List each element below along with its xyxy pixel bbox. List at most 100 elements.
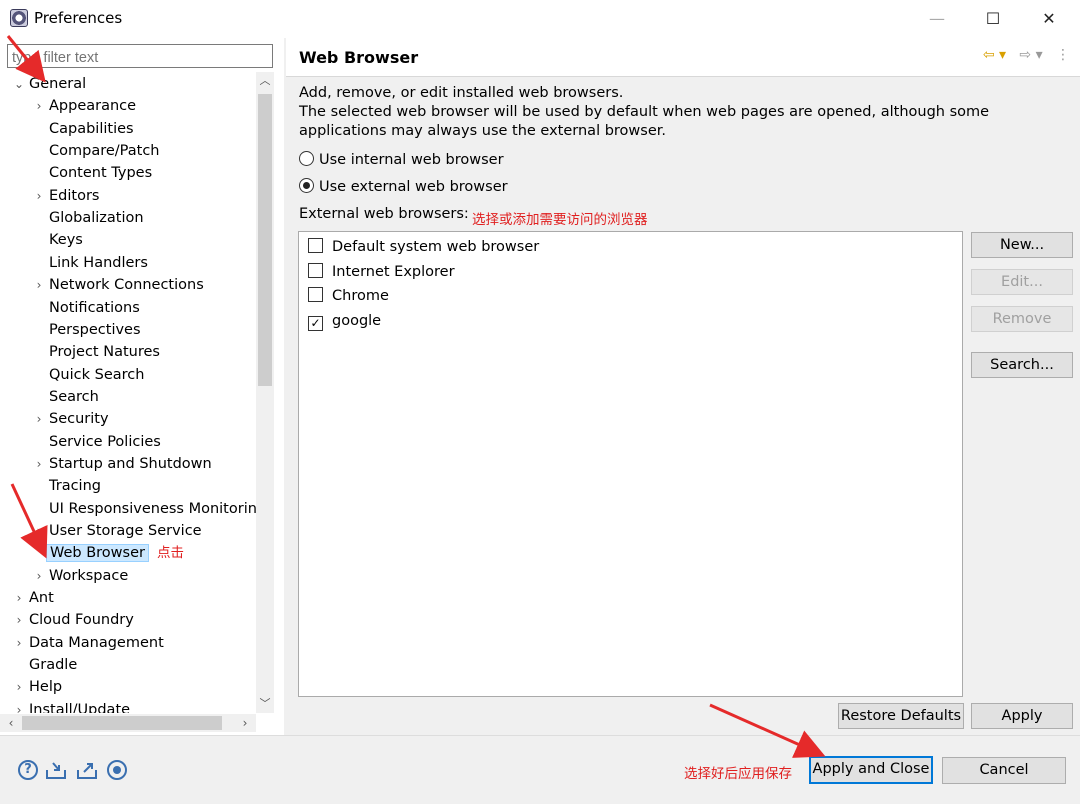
tree-item-notifications[interactable]: Notifications <box>32 297 143 319</box>
maximize-button[interactable]: ☐ <box>970 6 1016 32</box>
tree-item-label: User Storage Service <box>49 523 202 539</box>
help-icon[interactable]: ? <box>18 760 38 780</box>
tree-item-label: UI Responsiveness Monitorin <box>49 500 256 517</box>
view-menu-icon[interactable]: ⋮ <box>1056 47 1070 63</box>
web-browser-page: Web Browser ⇦ ▾ ⇨ ▾ ⋮ Add, remove, or ed… <box>286 38 1080 735</box>
search-button[interactable]: Search... <box>971 352 1073 378</box>
tree-item-label: Quick Search <box>49 366 145 383</box>
hscrollbar-thumb[interactable] <box>22 716 222 730</box>
forward-arrow-icon[interactable]: ⇨ ▾ <box>1019 47 1042 63</box>
tree-item-label: Security <box>49 411 109 428</box>
new-button[interactable]: New... <box>971 232 1073 258</box>
chevron-right-icon[interactable]: › <box>12 632 26 654</box>
chevron-right-icon[interactable]: › <box>12 609 26 631</box>
checkbox-checked-icon[interactable]: ✓ <box>308 315 323 331</box>
scrollbar-thumb[interactable] <box>258 94 272 386</box>
tree-item-compare-patch[interactable]: Compare/Patch <box>32 140 163 162</box>
import-icon[interactable] <box>45 760 66 780</box>
cancel-button[interactable]: Cancel <box>942 757 1066 784</box>
tree-item-perspectives[interactable]: Perspectives <box>32 319 144 341</box>
tree-vertical-scrollbar[interactable]: ︿ ﹀ <box>256 72 274 713</box>
chevron-right-icon[interactable]: › <box>32 408 46 430</box>
tree-item-tracing[interactable]: Tracing <box>32 475 104 497</box>
tree-item-editors[interactable]: › Editors <box>32 185 102 207</box>
scroll-down-icon[interactable]: ﹀ <box>256 695 274 713</box>
description-line-2: The selected web browser will be used by… <box>299 104 990 139</box>
chevron-right-icon[interactable]: › <box>32 453 46 475</box>
apply-button[interactable]: Apply <box>971 703 1073 729</box>
tree-item-gradle[interactable]: Gradle <box>12 654 80 676</box>
chevron-down-icon[interactable]: ⌄ <box>12 73 26 95</box>
page-header: Web Browser ⇦ ▾ ⇨ ▾ ⋮ <box>286 38 1080 77</box>
chevron-right-icon[interactable]: › <box>12 699 26 713</box>
dialog-button-bar: ? 选择好后应用保存 Apply and Close Cancel <box>0 735 1080 804</box>
filter-input[interactable] <box>7 44 273 68</box>
tree-item-appearance[interactable]: › Appearance <box>32 95 139 117</box>
back-arrow-icon[interactable]: ⇦ ▾ <box>983 47 1006 63</box>
radio-internal-browser[interactable]: Use internal web browser <box>299 150 504 170</box>
tree-item-network-connections[interactable]: › Network Connections <box>32 274 207 296</box>
chevron-right-icon[interactable]: › <box>32 95 46 117</box>
tree-item-user-storage[interactable]: › User Storage Service <box>32 520 205 542</box>
scroll-right-icon[interactable]: › <box>236 714 254 732</box>
checkbox-icon[interactable] <box>308 287 323 302</box>
radio-button-selected-icon[interactable] <box>299 178 314 193</box>
radio-button-icon[interactable] <box>299 151 314 166</box>
chevron-right-icon[interactable]: › <box>32 274 46 296</box>
tree-item-label: Startup and Shutdown <box>49 455 212 472</box>
tree-item-label: Gradle <box>29 657 78 674</box>
chevron-right-icon[interactable]: › <box>32 565 46 587</box>
radio-internal-label: Use internal web browser <box>319 152 504 168</box>
tree-item-globalization[interactable]: Globalization <box>32 207 147 229</box>
tree-item-security[interactable]: › Security <box>32 408 112 430</box>
browser-list-item[interactable]: Default system web browser <box>308 236 539 258</box>
tree-item-data-management[interactable]: › Data Management <box>12 632 167 654</box>
remove-button[interactable]: Remove <box>971 306 1073 332</box>
chevron-right-icon[interactable]: › <box>32 520 46 542</box>
browser-list[interactable]: Default system web browser Internet Explo… <box>298 231 963 697</box>
checkbox-icon[interactable] <box>308 262 323 278</box>
tree-item-label: Workspace <box>49 567 129 584</box>
scroll-up-icon[interactable]: ︿ <box>256 72 274 90</box>
title-bar: Preferences — ☐ ✕ <box>0 0 1080 38</box>
minimize-button[interactable]: — <box>914 6 960 32</box>
tree-item-link-handlers[interactable]: Link Handlers <box>32 252 151 274</box>
tree-item-capabilities[interactable]: Capabilities <box>32 118 137 140</box>
close-button[interactable]: ✕ <box>1026 6 1072 32</box>
tree-item-ant[interactable]: › Ant <box>12 587 57 609</box>
tree-item-search[interactable]: Search <box>32 386 102 408</box>
tree-item-workspace[interactable]: › Workspace <box>32 565 131 587</box>
record-icon[interactable] <box>107 760 127 780</box>
tree-item-keys[interactable]: Keys <box>32 229 86 251</box>
chevron-right-icon[interactable]: › <box>12 676 26 698</box>
tree-item-label: Content Types <box>49 165 153 182</box>
tree-item-quick-search[interactable]: Quick Search <box>32 364 147 386</box>
tree-item-web-browser[interactable]: Web Browser 点击 <box>32 542 184 564</box>
browser-list-item[interactable]: ✓ google <box>308 310 381 332</box>
tree-item-label: Keys <box>49 232 83 249</box>
tree-item-content-types[interactable]: Content Types <box>32 162 155 184</box>
tree-item-startup-shutdown[interactable]: › Startup and Shutdown <box>32 453 215 475</box>
tree-item-install-update[interactable]: › Install/Update <box>12 699 133 713</box>
tree-item-general[interactable]: ⌄ General <box>12 73 89 95</box>
tree-horizontal-scrollbar[interactable]: ‹ › <box>0 714 256 732</box>
tree-item-service-policies[interactable]: Service Policies <box>32 431 164 453</box>
tree-item-cloud-foundry[interactable]: › Cloud Foundry <box>12 609 137 631</box>
chevron-right-icon[interactable]: › <box>32 185 46 207</box>
tree-item-help[interactable]: › Help <box>12 676 65 698</box>
chevron-right-icon[interactable]: › <box>12 587 26 609</box>
export-icon[interactable] <box>76 760 97 780</box>
edit-button[interactable]: Edit... <box>971 269 1073 295</box>
checkbox-icon[interactable] <box>308 238 323 253</box>
tree-item-label: Network Connections <box>49 277 204 294</box>
tree-item-ui-responsiveness[interactable]: UI Responsiveness Monitorin <box>32 498 256 520</box>
restore-defaults-button[interactable]: Restore Defaults <box>838 703 964 729</box>
tree-item-label: Link Handlers <box>49 254 148 271</box>
browser-list-item[interactable]: Internet Explorer <box>308 261 455 283</box>
scroll-left-icon[interactable]: ‹ <box>2 714 20 732</box>
radio-external-browser[interactable]: Use external web browser <box>299 177 508 197</box>
apply-and-close-button[interactable]: Apply and Close <box>809 756 933 784</box>
browser-list-item[interactable]: Chrome <box>308 285 389 307</box>
external-browsers-annotation: 选择或添加需要访问的浏览器 <box>472 212 648 228</box>
tree-item-project-natures[interactable]: Project Natures <box>32 341 163 363</box>
